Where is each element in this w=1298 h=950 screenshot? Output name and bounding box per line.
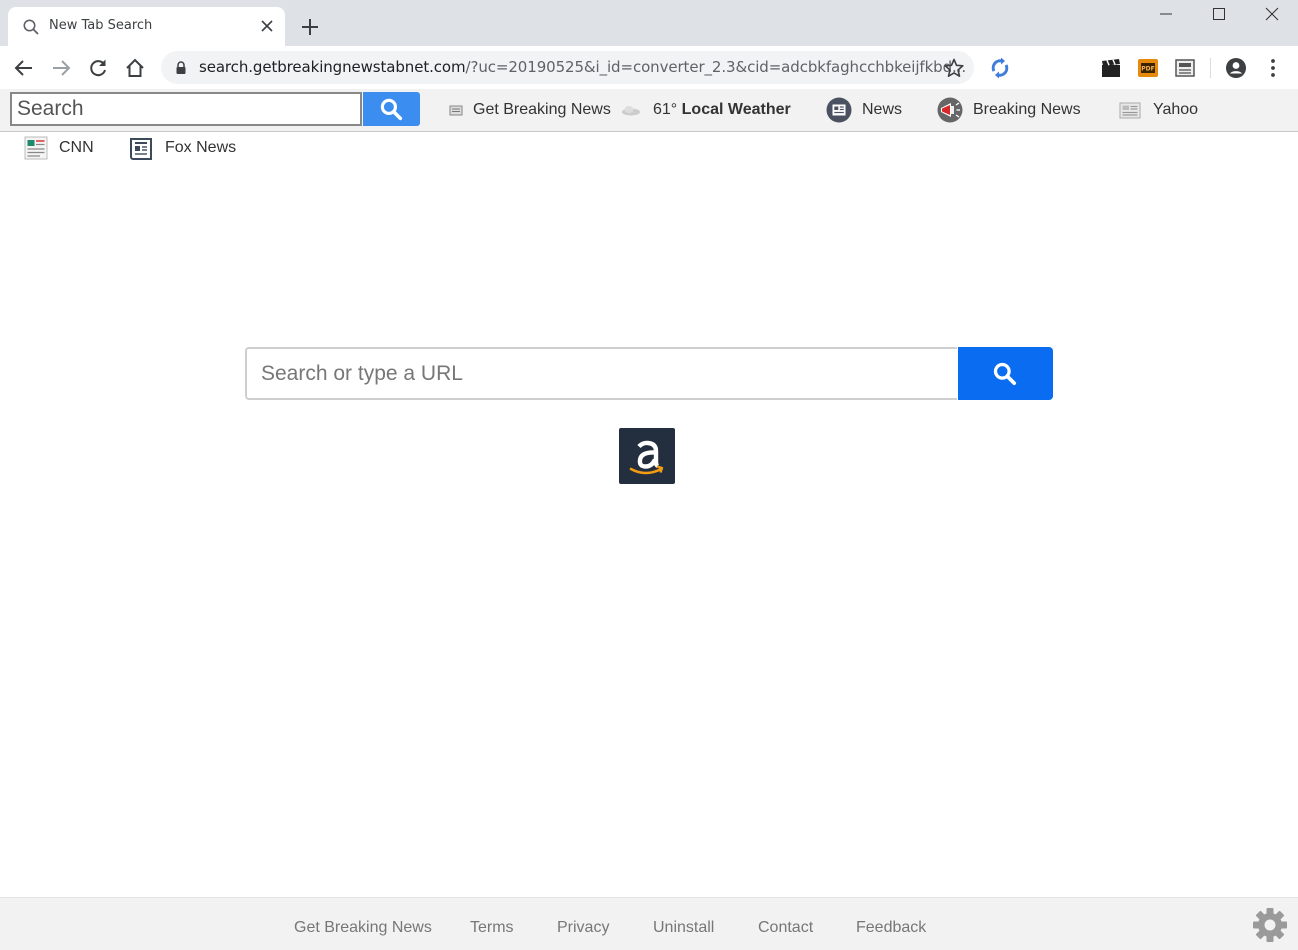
navigation-bar: search.getbreakingnewstabnet.com/?uc=201… bbox=[0, 46, 1298, 90]
weather-temperature: 61° bbox=[653, 101, 678, 118]
toolbar-link-label: Breaking News bbox=[973, 101, 1081, 118]
tab-active[interactable]: New Tab Search bbox=[8, 7, 285, 46]
lock-icon bbox=[176, 61, 186, 74]
gear-icon[interactable] bbox=[1251, 906, 1289, 944]
weather-label: Local Weather bbox=[681, 101, 791, 118]
tab-strip: New Tab Search bbox=[0, 0, 1298, 46]
toolbar-search-input[interactable] bbox=[10, 92, 362, 126]
forward-arrow-icon[interactable] bbox=[49, 56, 73, 80]
address-bar[interactable]: search.getbreakingnewstabnet.com/?uc=201… bbox=[161, 51, 974, 84]
toolbar-link-local-weather[interactable]: 61° Local Weather bbox=[620, 89, 791, 131]
newspaper-icon bbox=[130, 138, 152, 160]
toolbar-link-label: Fox News bbox=[165, 139, 237, 156]
main-search-input[interactable] bbox=[245, 347, 957, 400]
menu-kebab-icon[interactable] bbox=[1261, 56, 1285, 80]
sync-extension-icon[interactable] bbox=[988, 56, 1012, 80]
amazon-icon bbox=[629, 440, 664, 475]
window-close-icon[interactable] bbox=[1259, 4, 1285, 26]
url-host: search.getbreakingnewstabnet.com bbox=[199, 58, 466, 76]
svg-text:PDF: PDF bbox=[1141, 65, 1154, 72]
toolbar-link-get-breaking-news[interactable]: Get Breaking News bbox=[449, 89, 611, 131]
toolbar-link-cnn[interactable]: CNN bbox=[22, 131, 94, 165]
toolbar-link-label: Get Breaking News bbox=[473, 101, 611, 118]
toolbar-link-label: News bbox=[862, 101, 903, 118]
news-icon bbox=[826, 97, 852, 123]
toolbar-link-label: CNN bbox=[59, 139, 94, 156]
main-search-button[interactable] bbox=[958, 347, 1053, 400]
clapperboard-extension-icon[interactable] bbox=[1099, 56, 1123, 80]
toolbar-divider bbox=[1210, 58, 1211, 78]
new-tab-plus-icon[interactable] bbox=[298, 15, 322, 39]
footer-link-privacy[interactable]: Privacy bbox=[557, 919, 609, 937]
news-page-icon bbox=[24, 136, 48, 160]
search-icon bbox=[993, 362, 1017, 386]
minimize-icon[interactable] bbox=[1153, 4, 1179, 26]
page-footer: Get Breaking News Terms Privacy Uninstal… bbox=[0, 897, 1298, 950]
toolbar-link-news[interactable]: News bbox=[826, 89, 902, 131]
footer-link-contact[interactable]: Contact bbox=[758, 919, 813, 937]
pdf-extension-icon[interactable]: PDF bbox=[1136, 56, 1160, 80]
home-icon[interactable] bbox=[123, 56, 147, 80]
url-text[interactable]: search.getbreakingnewstabnet.com/?uc=201… bbox=[199, 58, 966, 76]
footer-link-terms[interactable]: Terms bbox=[470, 919, 514, 937]
footer-link-get-breaking-news[interactable]: Get Breaking News bbox=[294, 919, 432, 937]
toolbar-search-button[interactable] bbox=[363, 92, 420, 126]
newspaper-icon bbox=[1119, 102, 1141, 119]
close-icon[interactable] bbox=[257, 16, 277, 36]
search-icon bbox=[23, 19, 39, 35]
profile-avatar-icon[interactable] bbox=[1224, 56, 1248, 80]
footer-link-feedback[interactable]: Feedback bbox=[856, 919, 926, 937]
newspaper-icon bbox=[449, 105, 463, 116]
url-path: /?uc=20190525&i_id=converter_2.3&cid=adc… bbox=[465, 58, 967, 76]
reload-icon[interactable] bbox=[86, 56, 110, 80]
toolbar-link-breaking-news[interactable]: Breaking News bbox=[937, 89, 1081, 131]
footer-link-uninstall[interactable]: Uninstall bbox=[653, 919, 714, 937]
toolbar-link-yahoo[interactable]: Yahoo bbox=[1117, 89, 1198, 131]
cloud-icon bbox=[622, 106, 640, 116]
tab-title: New Tab Search bbox=[49, 18, 153, 33]
bookmark-star-icon[interactable] bbox=[943, 57, 965, 79]
maximize-icon[interactable] bbox=[1206, 4, 1232, 26]
toolbar-link-label: Yahoo bbox=[1153, 101, 1199, 118]
back-arrow-icon[interactable] bbox=[12, 56, 36, 80]
megaphone-icon bbox=[937, 97, 963, 123]
search-icon bbox=[380, 98, 403, 121]
amazon-shortcut[interactable] bbox=[619, 428, 675, 484]
news-extension-icon[interactable] bbox=[1173, 56, 1197, 80]
toolbar-link-fox-news[interactable]: Fox News bbox=[128, 131, 236, 165]
extension-toolbar: Get Breaking News 61° Local Weather News… bbox=[0, 89, 1298, 132]
